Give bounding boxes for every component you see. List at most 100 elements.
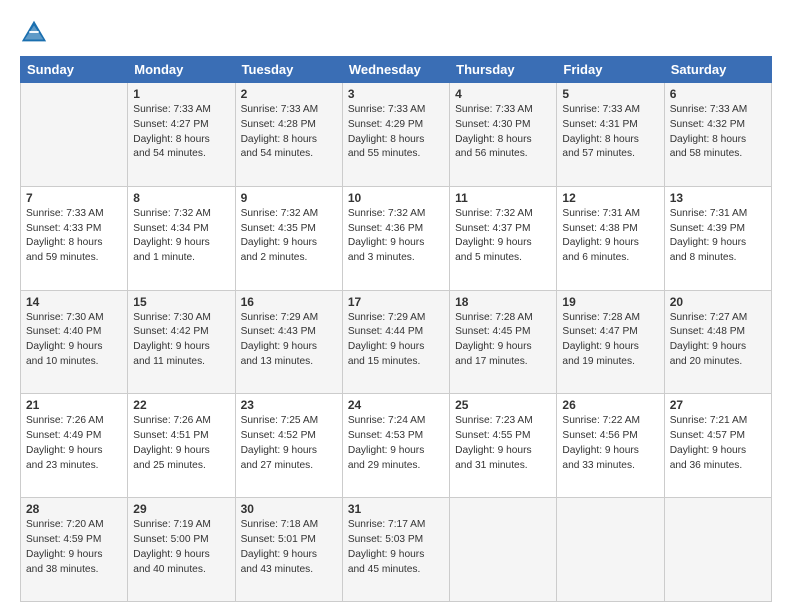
day-number: 13: [670, 191, 766, 205]
header-cell-saturday: Saturday: [664, 57, 771, 83]
day-info: Sunrise: 7:33 AM Sunset: 4:32 PM Dayligh…: [670, 103, 766, 162]
day-info: Sunrise: 7:26 AM Sunset: 4:49 PM Dayligh…: [26, 414, 122, 473]
day-number: 4: [455, 87, 551, 101]
week-row-2: 14 Sunrise: 7:30 AM Sunset: 4:40 PM Dayli…: [21, 290, 772, 394]
calendar-cell: 12Sunrise: 7:31 AM Sunset: 4:38 PM Dayli…: [557, 186, 664, 290]
calendar-cell: 2 Sunrise: 7:33 AM Sunset: 4:28 PM Daylig…: [235, 83, 342, 187]
calendar-cell: 20 Sunrise: 7:27 AM Sunset: 4:48 PM Dayli…: [664, 290, 771, 394]
day-info: Sunrise: 7:32 AM Sunset: 4:36 PM Dayligh…: [348, 207, 444, 266]
header-cell-monday: Monday: [128, 57, 235, 83]
day-number: 3: [348, 87, 444, 101]
day-number: 29: [133, 502, 229, 516]
calendar-cell: 17 Sunrise: 7:29 AM Sunset: 4:44 PM Dayli…: [342, 290, 449, 394]
day-number: 10: [348, 191, 444, 205]
page: SundayMondayTuesdayWednesdayThursdayFrid…: [0, 0, 792, 612]
day-info: Sunrise: 7:33 AM Sunset: 4:33 PM Dayligh…: [26, 207, 122, 266]
day-number: 15: [133, 295, 229, 309]
day-info: Sunrise: 7:32 AM Sunset: 4:35 PM Dayligh…: [241, 207, 337, 266]
calendar-cell: 31 Sunrise: 7:17 AM Sunset: 5:03 PM Dayli…: [342, 498, 449, 602]
day-number: 7: [26, 191, 122, 205]
header-cell-sunday: Sunday: [21, 57, 128, 83]
calendar-cell: 27 Sunrise: 7:21 AM Sunset: 4:57 PM Dayli…: [664, 394, 771, 498]
day-number: 23: [241, 398, 337, 412]
week-row-0: 1 Sunrise: 7:33 AM Sunset: 4:27 PM Daylig…: [21, 83, 772, 187]
day-info: Sunrise: 7:33 AM Sunset: 4:28 PM Dayligh…: [241, 103, 337, 162]
header: [20, 18, 772, 46]
day-number: 31: [348, 502, 444, 516]
day-info: Sunrise: 7:18 AM Sunset: 5:01 PM Dayligh…: [241, 518, 337, 577]
day-info: Sunrise: 7:27 AM Sunset: 4:48 PM Dayligh…: [670, 311, 766, 370]
day-number: 14: [26, 295, 122, 309]
day-info: Sunrise: 7:24 AM Sunset: 4:53 PM Dayligh…: [348, 414, 444, 473]
day-info: Sunrise: 7:22 AM Sunset: 4:56 PM Dayligh…: [562, 414, 658, 473]
logo-icon: [20, 18, 48, 46]
calendar-cell: [557, 498, 664, 602]
day-info: Sunrise: 7:33 AM Sunset: 4:29 PM Dayligh…: [348, 103, 444, 162]
day-info: Sunrise: 7:23 AM Sunset: 4:55 PM Dayligh…: [455, 414, 551, 473]
day-info: Sunrise: 7:28 AM Sunset: 4:47 PM Dayligh…: [562, 311, 658, 370]
calendar-cell: 19 Sunrise: 7:28 AM Sunset: 4:47 PM Dayli…: [557, 290, 664, 394]
day-info: Sunrise: 7:20 AM Sunset: 4:59 PM Dayligh…: [26, 518, 122, 577]
day-number: 12: [562, 191, 658, 205]
day-info: Sunrise: 7:25 AM Sunset: 4:52 PM Dayligh…: [241, 414, 337, 473]
day-number: 6: [670, 87, 766, 101]
calendar-cell: 10 Sunrise: 7:32 AM Sunset: 4:36 PM Dayli…: [342, 186, 449, 290]
day-info: Sunrise: 7:32 AM Sunset: 4:37 PM Dayligh…: [455, 207, 551, 266]
day-info: Sunrise: 7:29 AM Sunset: 4:44 PM Dayligh…: [348, 311, 444, 370]
header-cell-thursday: Thursday: [450, 57, 557, 83]
calendar-cell: 18 Sunrise: 7:28 AM Sunset: 4:45 PM Dayli…: [450, 290, 557, 394]
day-info: Sunrise: 7:21 AM Sunset: 4:57 PM Dayligh…: [670, 414, 766, 473]
day-number: 28: [26, 502, 122, 516]
calendar-cell: 16 Sunrise: 7:29 AM Sunset: 4:43 PM Dayli…: [235, 290, 342, 394]
day-info: Sunrise: 7:28 AM Sunset: 4:45 PM Dayligh…: [455, 311, 551, 370]
calendar-cell: 23 Sunrise: 7:25 AM Sunset: 4:52 PM Dayli…: [235, 394, 342, 498]
calendar-cell: 8 Sunrise: 7:32 AM Sunset: 4:34 PM Daylig…: [128, 186, 235, 290]
day-number: 21: [26, 398, 122, 412]
day-info: Sunrise: 7:29 AM Sunset: 4:43 PM Dayligh…: [241, 311, 337, 370]
day-info: Sunrise: 7:33 AM Sunset: 4:27 PM Dayligh…: [133, 103, 229, 162]
week-row-4: 28 Sunrise: 7:20 AM Sunset: 4:59 PM Dayli…: [21, 498, 772, 602]
calendar-cell: 30 Sunrise: 7:18 AM Sunset: 5:01 PM Dayli…: [235, 498, 342, 602]
header-row: SundayMondayTuesdayWednesdayThursdayFrid…: [21, 57, 772, 83]
calendar-cell: 11 Sunrise: 7:32 AM Sunset: 4:37 PM Dayli…: [450, 186, 557, 290]
calendar-cell: 14 Sunrise: 7:30 AM Sunset: 4:40 PM Dayli…: [21, 290, 128, 394]
week-row-1: 7 Sunrise: 7:33 AM Sunset: 4:33 PM Daylig…: [21, 186, 772, 290]
day-number: 19: [562, 295, 658, 309]
calendar-cell: 13 Sunrise: 7:31 AM Sunset: 4:39 PM Dayli…: [664, 186, 771, 290]
calendar-cell: 24 Sunrise: 7:24 AM Sunset: 4:53 PM Dayli…: [342, 394, 449, 498]
day-number: 17: [348, 295, 444, 309]
day-number: 16: [241, 295, 337, 309]
day-info: Sunrise: 7:33 AM Sunset: 4:30 PM Dayligh…: [455, 103, 551, 162]
calendar-cell: [664, 498, 771, 602]
day-info: Sunrise: 7:17 AM Sunset: 5:03 PM Dayligh…: [348, 518, 444, 577]
day-number: 8: [133, 191, 229, 205]
day-number: 26: [562, 398, 658, 412]
calendar-table: SundayMondayTuesdayWednesdayThursdayFrid…: [20, 56, 772, 602]
day-info: Sunrise: 7:26 AM Sunset: 4:51 PM Dayligh…: [133, 414, 229, 473]
calendar-cell: 5Sunrise: 7:33 AM Sunset: 4:31 PM Daylig…: [557, 83, 664, 187]
day-number: 30: [241, 502, 337, 516]
day-info: Sunrise: 7:30 AM Sunset: 4:40 PM Dayligh…: [26, 311, 122, 370]
day-number: 18: [455, 295, 551, 309]
calendar-cell: 7 Sunrise: 7:33 AM Sunset: 4:33 PM Daylig…: [21, 186, 128, 290]
day-info: Sunrise: 7:19 AM Sunset: 5:00 PM Dayligh…: [133, 518, 229, 577]
calendar-cell: [450, 498, 557, 602]
header-cell-friday: Friday: [557, 57, 664, 83]
day-number: 20: [670, 295, 766, 309]
day-number: 9: [241, 191, 337, 205]
header-cell-wednesday: Wednesday: [342, 57, 449, 83]
day-info: Sunrise: 7:32 AM Sunset: 4:34 PM Dayligh…: [133, 207, 229, 266]
day-number: 24: [348, 398, 444, 412]
calendar-cell: 15 Sunrise: 7:30 AM Sunset: 4:42 PM Dayli…: [128, 290, 235, 394]
calendar-cell: 21 Sunrise: 7:26 AM Sunset: 4:49 PM Dayli…: [21, 394, 128, 498]
logo: [20, 18, 52, 46]
day-number: 2: [241, 87, 337, 101]
day-info: Sunrise: 7:30 AM Sunset: 4:42 PM Dayligh…: [133, 311, 229, 370]
day-number: 27: [670, 398, 766, 412]
calendar-cell: 3 Sunrise: 7:33 AM Sunset: 4:29 PM Daylig…: [342, 83, 449, 187]
week-row-3: 21 Sunrise: 7:26 AM Sunset: 4:49 PM Dayli…: [21, 394, 772, 498]
calendar-cell: 4 Sunrise: 7:33 AM Sunset: 4:30 PM Daylig…: [450, 83, 557, 187]
day-number: 11: [455, 191, 551, 205]
day-info: Sunrise: 7:31 AM Sunset: 4:39 PM Dayligh…: [670, 207, 766, 266]
day-number: 1: [133, 87, 229, 101]
